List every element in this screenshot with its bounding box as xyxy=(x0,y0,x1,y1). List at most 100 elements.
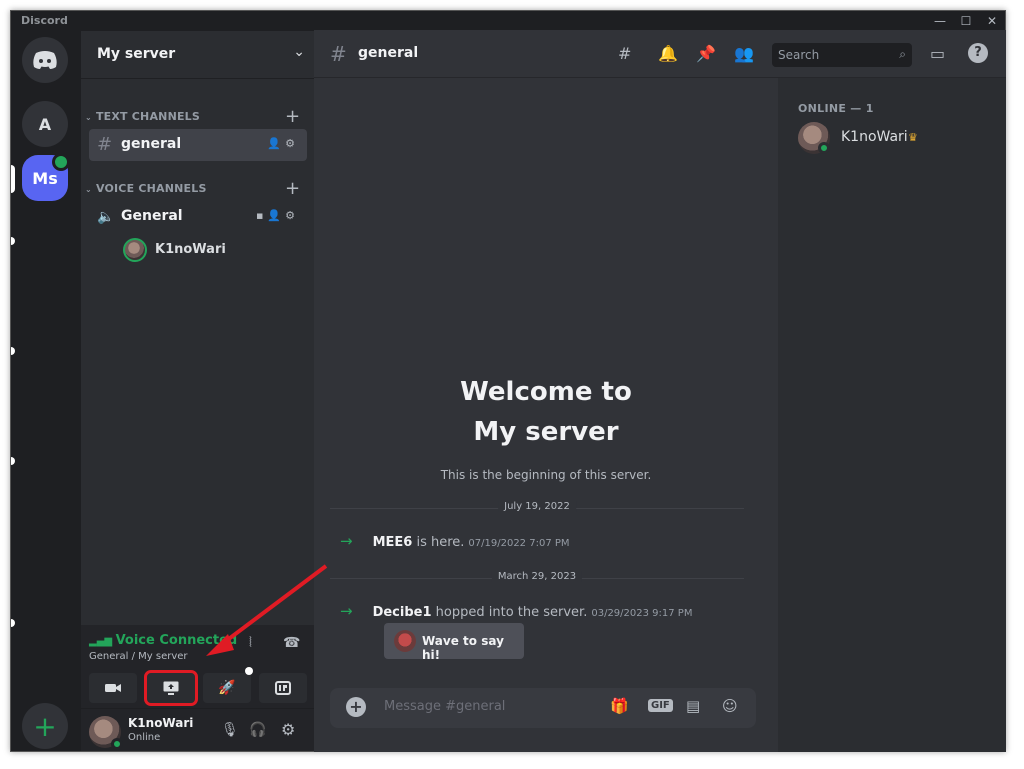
voice-user-name: K1noWari xyxy=(155,242,226,257)
disconnect-icon[interactable]: ☎ xyxy=(283,635,300,651)
chevron-down-icon: ⌄ xyxy=(85,113,92,122)
members-icon[interactable]: 👥 xyxy=(734,44,754,63)
gear-icon[interactable]: ⚙ xyxy=(285,209,299,222)
date-label: March 29, 2023 xyxy=(491,571,583,582)
channel-label: General xyxy=(121,208,183,224)
join-arrow-icon: → xyxy=(340,602,353,620)
notification-dot xyxy=(245,667,253,675)
add-channel-icon[interactable]: + xyxy=(285,178,300,199)
add-server-button[interactable]: + xyxy=(22,703,68,749)
user-status: Online xyxy=(128,732,161,743)
text-channels-category[interactable]: ⌄ TEXT CHANNELS + xyxy=(85,106,300,127)
date-divider: July 19, 2022 xyxy=(330,501,744,512)
server-name: My server xyxy=(97,46,176,62)
gear-icon[interactable]: ⚙ xyxy=(285,137,299,150)
crown-icon: ♛ xyxy=(908,131,918,144)
channel-title: general xyxy=(358,45,419,61)
plus-icon: + xyxy=(33,709,57,743)
unread-pill xyxy=(11,237,15,245)
invite-icon[interactable]: 👤 xyxy=(267,209,285,222)
chevron-down-icon: ⌄ xyxy=(85,185,92,194)
welcome-line-1: Welcome to xyxy=(460,377,632,407)
unread-pill xyxy=(11,347,15,355)
voice-channel-general[interactable]: 🔈 General ▪👤⚙ xyxy=(89,201,307,233)
server-a-label: A xyxy=(38,114,52,134)
voice-location: General / My server xyxy=(89,651,188,662)
add-attachment-icon[interactable]: + xyxy=(346,697,366,717)
message-text: hopped into the server. xyxy=(431,605,588,620)
system-message: → MEE6 is here. 07/19/2022 7:07 PM xyxy=(340,532,570,550)
members-header: ONLINE — 1 xyxy=(798,102,874,115)
category-label: TEXT CHANNELS xyxy=(95,110,201,123)
server-ms-label: Ms xyxy=(32,168,58,188)
signal-icon: ▂▄▆ xyxy=(89,636,116,647)
microphone-icon[interactable]: 🎙 xyxy=(221,722,239,738)
close-icon[interactable]: ✕ xyxy=(979,12,1005,30)
noise-suppression-icon[interactable]: ⦚ xyxy=(249,635,252,651)
gift-icon[interactable]: 🎁 xyxy=(610,697,629,715)
rocket-icon: 🚀 xyxy=(218,680,236,696)
video-button[interactable] xyxy=(89,673,137,703)
titlebar: Discord — ☐ ✕ xyxy=(11,11,1005,31)
welcome-title: Welcome to My server xyxy=(314,372,778,452)
channel-label: general xyxy=(121,136,182,152)
discord-logo-icon xyxy=(33,51,57,69)
gear-icon[interactable]: ⚙ xyxy=(281,720,295,739)
minimize-icon[interactable]: — xyxy=(927,12,953,30)
avatar xyxy=(123,238,147,262)
voice-status[interactable]: ▂▄▆ Voice Connected xyxy=(89,633,237,648)
unread-pill xyxy=(11,619,15,627)
search-input[interactable]: Search ⌕ xyxy=(772,43,912,67)
help-icon[interactable]: ? xyxy=(968,43,988,63)
message-timestamp: 03/29/2023 9:17 PM xyxy=(591,608,693,619)
channel-actions: 👤⚙ xyxy=(267,137,299,150)
member-list: ONLINE — 1 K1noWari ♛ xyxy=(778,78,1006,752)
chat-icon[interactable]: ▪ xyxy=(256,209,267,222)
screen-share-button[interactable] xyxy=(144,670,198,706)
soundboard-button[interactable] xyxy=(259,673,307,703)
headphones-icon[interactable]: 🎧 xyxy=(249,722,266,738)
discord-home-button[interactable] xyxy=(22,37,68,83)
message-composer[interactable]: + Message #general 🎁 GIF ▤ ☺ xyxy=(330,688,756,728)
inbox-icon[interactable]: ▭ xyxy=(930,44,945,63)
pin-icon[interactable]: 📌 xyxy=(696,44,716,63)
sticker-icon[interactable]: ▤ xyxy=(686,697,700,715)
message-input-placeholder: Message #general xyxy=(384,699,506,714)
channel-topbar: # general # 🔔 📌 👥 Search ⌕ ▭ ? xyxy=(314,30,1006,78)
chevron-down-icon: ⌄ xyxy=(293,44,305,60)
invite-icon[interactable]: 👤 xyxy=(267,137,285,150)
unread-pill xyxy=(11,457,15,465)
search-icon: ⌕ xyxy=(899,47,906,61)
category-label: VOICE CHANNELS xyxy=(95,182,207,195)
speaker-badge-icon xyxy=(52,153,70,171)
voice-status-label: Voice Connected xyxy=(115,633,238,648)
speaker-icon: 🔈 xyxy=(97,209,115,225)
system-message: → Decibe1 hopped into the server. 03/29/20… xyxy=(340,602,692,620)
voice-channels-category[interactable]: ⌄ VOICE CHANNELS + xyxy=(85,178,300,199)
welcome-line-2: My server xyxy=(473,417,619,447)
channel-actions: ▪👤⚙ xyxy=(256,209,299,222)
threads-icon[interactable]: # xyxy=(618,44,631,63)
server-header[interactable]: My server ⌄ xyxy=(81,31,315,79)
message-author[interactable]: Decibe1 xyxy=(373,605,432,620)
selected-server-pill xyxy=(11,165,15,193)
server-a[interactable]: A xyxy=(22,101,68,147)
online-status-icon xyxy=(818,142,830,154)
gif-button[interactable]: GIF xyxy=(648,699,673,712)
voice-connection-panel: ▂▄▆ Voice Connected General / My server … xyxy=(81,625,315,709)
wave-sticker-icon xyxy=(394,630,416,652)
emoji-icon[interactable]: ☺ xyxy=(722,697,738,715)
message-author[interactable]: MEE6 xyxy=(373,535,413,550)
app-title: Discord xyxy=(21,14,68,27)
add-channel-icon[interactable]: + xyxy=(285,106,300,127)
username[interactable]: K1noWari xyxy=(128,716,193,730)
activity-button[interactable]: 🚀 xyxy=(203,667,253,703)
wave-button[interactable]: Wave to say hi! xyxy=(384,623,524,662)
channel-general[interactable]: # general 👤⚙ xyxy=(89,129,307,161)
bell-icon[interactable]: 🔔 xyxy=(658,44,678,63)
hash-icon: # xyxy=(330,42,347,66)
message-text: is here. xyxy=(412,535,465,550)
maximize-icon[interactable]: ☐ xyxy=(953,12,979,30)
date-label: July 19, 2022 xyxy=(498,501,576,512)
welcome-subtitle: This is the beginning of this server. xyxy=(440,468,652,482)
